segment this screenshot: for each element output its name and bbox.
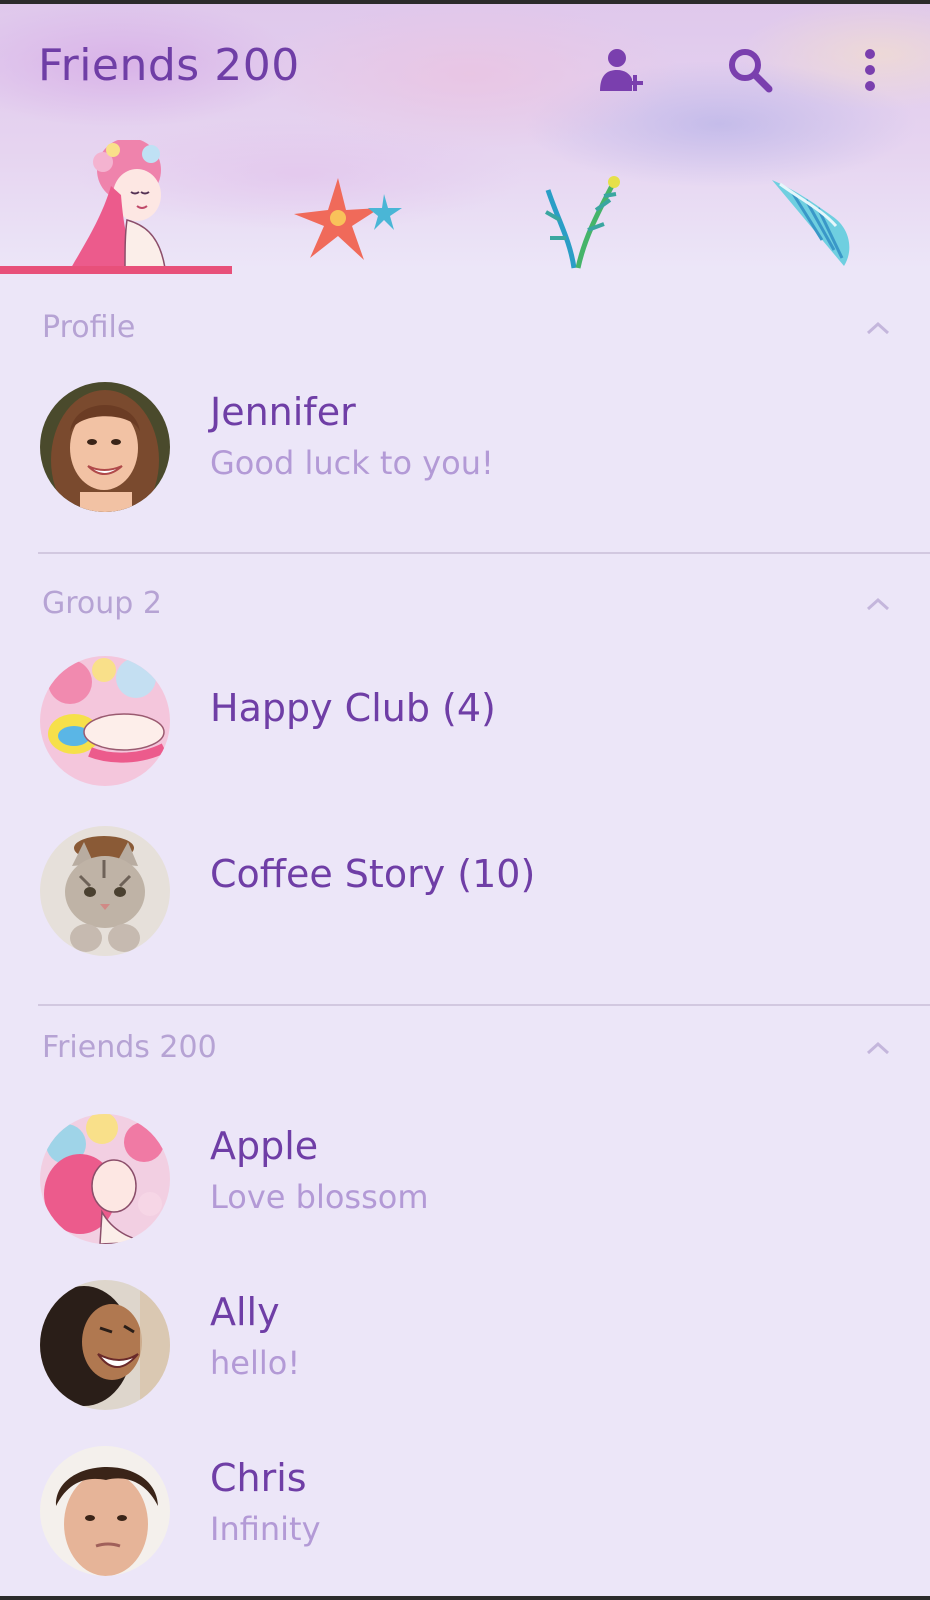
section-divider [38, 552, 930, 554]
collapse-profile-button[interactable] [860, 310, 896, 346]
list-item-friend[interactable]: Apple Love blossom [0, 1104, 930, 1264]
active-tab-indicator [0, 266, 232, 274]
friend-name: Jennifer [210, 390, 356, 434]
collapse-friends-button[interactable] [860, 1030, 896, 1066]
seashell-icon [772, 180, 850, 266]
mermaid-icon [71, 140, 166, 269]
list-item-friend[interactable]: Ally hello! [0, 1270, 930, 1430]
avatar [40, 656, 170, 786]
avatar [40, 1446, 170, 1576]
list-item-profile[interactable]: Jennifer Good luck to you! [0, 368, 930, 528]
avatar [40, 1280, 170, 1410]
search-icon [729, 49, 773, 93]
section-title-groups: Group 2 [42, 586, 162, 621]
friend-status: hello! [210, 1344, 301, 1382]
avatar [40, 382, 170, 512]
section-header-friends: Friends 200 [0, 1020, 930, 1080]
list-item-group[interactable]: Happy Club (4) [0, 646, 930, 806]
more-options-button[interactable] [842, 42, 898, 98]
navigation-bar-strip [0, 1596, 930, 1600]
friend-status: Love blossom [210, 1178, 429, 1216]
add-friend-icon [600, 49, 643, 91]
search-button[interactable] [722, 42, 778, 98]
friend-status: Good luck to you! [210, 444, 494, 482]
seaweed-icon [545, 176, 620, 269]
tab-more[interactable] [696, 124, 928, 270]
page-title: Friends 200 [38, 40, 300, 91]
list-item-friend[interactable]: Chris Infinity [0, 1436, 930, 1596]
avatar [40, 1114, 170, 1244]
chevron-up-icon [866, 321, 890, 335]
friend-name: Chris [210, 1456, 307, 1500]
section-header-groups: Group 2 [0, 576, 930, 636]
add-friend-button[interactable] [594, 42, 650, 98]
section-title-friends: Friends 200 [42, 1030, 217, 1065]
section-header-profile: Profile [0, 300, 930, 360]
avatar [40, 826, 170, 956]
group-name: Coffee Story (10) [210, 852, 536, 896]
collapse-groups-button[interactable] [860, 586, 896, 622]
friend-status: Infinity [210, 1510, 321, 1548]
starfish-icon [294, 178, 402, 260]
friend-name: Apple [210, 1124, 319, 1168]
chevron-up-icon [866, 1041, 890, 1055]
more-vertical-icon [865, 49, 875, 91]
tab-friends[interactable] [0, 124, 232, 270]
tab-bar [0, 124, 930, 274]
friend-name: Ally [210, 1290, 280, 1334]
chevron-up-icon [866, 597, 890, 611]
section-divider [38, 1004, 930, 1006]
tab-timeline[interactable] [464, 124, 696, 270]
group-name: Happy Club (4) [210, 686, 496, 730]
section-title-profile: Profile [42, 310, 136, 345]
tab-chats[interactable] [232, 124, 464, 270]
app-header: Friends 200 [0, 4, 930, 274]
list-item-group[interactable]: Coffee Story (10) [0, 814, 930, 974]
